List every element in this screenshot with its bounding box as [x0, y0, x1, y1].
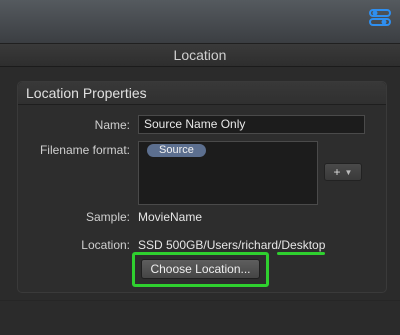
chevron-down-icon: ▼: [344, 167, 353, 177]
inspector-sliders-icon: [369, 9, 391, 26]
source-token[interactable]: Source: [147, 144, 206, 157]
inspector-button[interactable]: [368, 7, 392, 29]
add-token-button[interactable]: + ▼: [324, 163, 362, 181]
inspector-title-bar: Location: [0, 43, 400, 67]
location-value: SSD 500GB/Users/richard/Desktop: [138, 238, 326, 252]
sample-value: MovieName: [138, 210, 203, 224]
location-label: Location:: [81, 238, 130, 252]
bottom-divider: [0, 300, 400, 301]
name-label: Name:: [94, 118, 130, 132]
inspector-title: Location: [173, 47, 227, 63]
add-token-label: +: [333, 165, 341, 179]
filename-format-label: Filename format:: [39, 143, 130, 157]
highlight-underline: [277, 252, 325, 255]
filename-format-field[interactable]: Source: [138, 141, 318, 205]
name-field[interactable]: Source Name Only: [138, 115, 365, 134]
sample-label: Sample:: [85, 210, 130, 224]
top-toolbar: [0, 0, 400, 43]
panel-title: Location Properties: [18, 82, 386, 105]
choose-location-button[interactable]: Choose Location...: [141, 259, 260, 279]
